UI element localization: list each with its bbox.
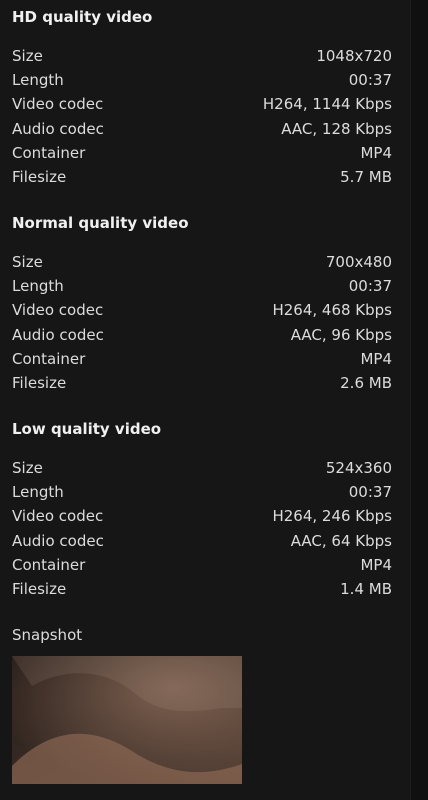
row-value: MP4 [360, 143, 392, 162]
row-value: 00:37 [348, 277, 392, 296]
info-row-audio-codec: Audio codec AAC, 64 Kbps [12, 529, 392, 553]
row-value: 2.6 MB [340, 374, 392, 393]
row-label: Audio codec [12, 119, 104, 138]
info-row-filesize: Filesize 2.6 MB [12, 371, 392, 395]
row-label: Length [12, 277, 64, 296]
row-value: MP4 [360, 349, 392, 368]
row-label: Video codec [12, 301, 104, 320]
info-row-container: Container MP4 [12, 553, 392, 577]
snapshot-thumbnail[interactable] [12, 656, 242, 784]
info-row-container: Container MP4 [12, 347, 392, 371]
row-label: Filesize [12, 168, 67, 187]
row-label: Size [12, 253, 43, 272]
info-row-size: Size 524x360 [12, 456, 392, 480]
row-value: MP4 [360, 555, 392, 574]
info-row-length: Length 00:37 [12, 274, 392, 298]
row-label: Length [12, 483, 64, 502]
snapshot-label: Snapshot [12, 626, 83, 644]
row-label: Container [12, 555, 86, 574]
row-label: Filesize [12, 580, 67, 599]
info-row-video-codec: Video codec H264, 246 Kbps [12, 504, 392, 528]
row-label: Video codec [12, 95, 104, 114]
row-label: Filesize [12, 374, 67, 393]
info-row-audio-codec: Audio codec AAC, 128 Kbps [12, 117, 392, 141]
scrollbar[interactable] [410, 0, 428, 800]
info-row-video-codec: Video codec H264, 468 Kbps [12, 298, 392, 322]
info-rows: Size 524x360 Length 00:37 Video codec H2… [12, 456, 392, 601]
row-value: AAC, 96 Kbps [290, 325, 392, 344]
info-rows: Size 1048x720 Length 00:37 Video codec H… [12, 44, 392, 189]
row-label: Audio codec [12, 531, 104, 550]
row-label: Size [12, 459, 43, 478]
info-row-length: Length 00:37 [12, 480, 392, 504]
row-label: Container [12, 143, 86, 162]
row-value: H264, 1144 Kbps [262, 95, 392, 114]
info-rows: Size 700x480 Length 00:37 Video codec H2… [12, 250, 392, 395]
info-row-video-codec: Video codec H264, 1144 Kbps [12, 92, 392, 116]
row-value: 00:37 [348, 71, 392, 90]
hd-quality-section: HD quality video Size 1048x720 Length 00… [12, 8, 392, 189]
normal-quality-section: Normal quality video Size 700x480 Length… [12, 214, 392, 395]
row-value: 5.7 MB [340, 168, 392, 187]
section-title: HD quality video [12, 8, 153, 26]
info-row-size: Size 1048x720 [12, 44, 392, 68]
info-row-filesize: Filesize 5.7 MB [12, 165, 392, 189]
snapshot-placeholder-art [12, 656, 242, 784]
row-value: 1.4 MB [340, 580, 392, 599]
row-label: Audio codec [12, 325, 104, 344]
row-value: 700x480 [325, 253, 392, 272]
row-value: H264, 468 Kbps [272, 301, 392, 320]
info-row-audio-codec: Audio codec AAC, 96 Kbps [12, 323, 392, 347]
section-title: Low quality video [12, 420, 162, 438]
row-value: 524x360 [325, 459, 392, 478]
row-label: Size [12, 47, 43, 66]
row-value: AAC, 128 Kbps [281, 119, 392, 138]
info-row-container: Container MP4 [12, 141, 392, 165]
info-row-length: Length 00:37 [12, 68, 392, 92]
info-row-size: Size 700x480 [12, 250, 392, 274]
info-row-filesize: Filesize 1.4 MB [12, 577, 392, 601]
low-quality-section: Low quality video Size 524x360 Length 00… [12, 420, 392, 601]
row-value: 00:37 [348, 483, 392, 502]
row-label: Length [12, 71, 64, 90]
row-label: Video codec [12, 507, 104, 526]
row-value: H264, 246 Kbps [272, 507, 392, 526]
row-label: Container [12, 349, 86, 368]
row-value: 1048x720 [316, 47, 392, 66]
row-value: AAC, 64 Kbps [290, 531, 392, 550]
video-info-panel: HD quality video Size 1048x720 Length 00… [0, 0, 410, 800]
section-title: Normal quality video [12, 214, 189, 232]
